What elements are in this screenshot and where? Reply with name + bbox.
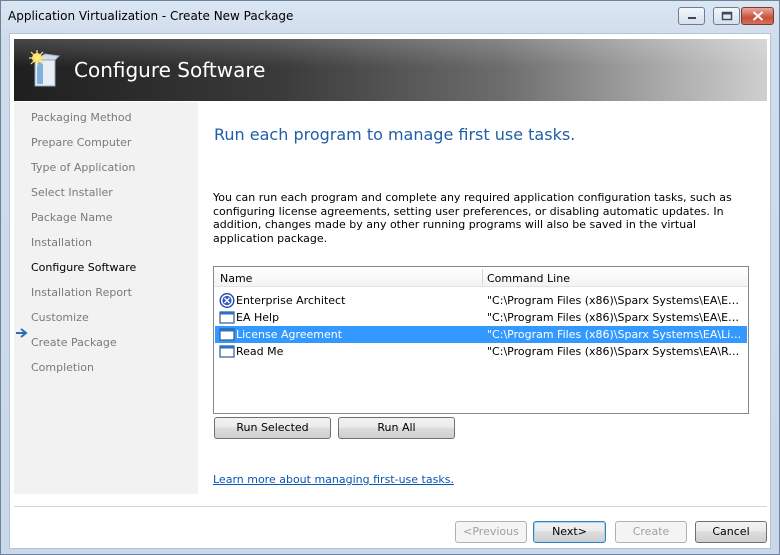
row-command-line: "C:\Program Files (x86)\Sparx Systems\EA…: [487, 328, 745, 341]
window-icon: [219, 311, 235, 324]
banner-title: Configure Software: [74, 58, 266, 82]
window-icon: [219, 345, 235, 358]
wizard-client-area: Configure Software Packaging Method Prep…: [9, 33, 771, 549]
nav-step-select-installer: Select Installer: [31, 186, 113, 199]
maximize-icon: [721, 11, 732, 21]
row-name: Read Me: [236, 345, 284, 358]
list-header: Name Command Line: [214, 267, 748, 287]
learn-more-link[interactable]: Learn more about managing first-use task…: [213, 473, 454, 486]
window-icon: [219, 328, 235, 341]
maximize-button[interactable]: [713, 7, 740, 25]
list-row-ea-help[interactable]: EA Help "C:\Program Files (x86)\Sparx Sy…: [215, 309, 747, 326]
column-header-name[interactable]: Name: [220, 272, 252, 285]
programs-list[interactable]: Name Command Line Enterprise Architect "…: [213, 266, 749, 414]
enterprise-architect-icon: [219, 293, 235, 308]
nav-step-customize: Customize: [31, 311, 89, 324]
footer-divider: [14, 506, 767, 507]
nav-step-installation-report: Installation Report: [31, 286, 132, 299]
minimize-icon: [687, 17, 696, 19]
column-header-command-line[interactable]: Command Line: [487, 272, 570, 285]
row-name: EA Help: [236, 311, 280, 324]
nav-step-installation: Installation: [31, 236, 92, 249]
cancel-button[interactable]: Cancel: [695, 521, 767, 543]
row-name: License Agreement: [236, 328, 343, 341]
close-button[interactable]: [741, 7, 774, 25]
title-bar: Application Virtualization - Create New …: [1, 1, 779, 33]
row-command-line: "C:\Program Files (x86)\Sparx Systems\EA…: [487, 345, 745, 358]
previous-button[interactable]: <Previous: [455, 521, 527, 543]
next-button[interactable]: Next>: [533, 521, 606, 543]
application-window: Application Virtualization - Create New …: [0, 0, 780, 555]
nav-step-package-name: Package Name: [31, 211, 113, 224]
wizard-steps-nav: Packaging Method Prepare Computer Type o…: [14, 102, 198, 494]
page-description: You can run each program and complete an…: [213, 191, 732, 245]
minimize-button[interactable]: [678, 7, 705, 25]
header-banner: Configure Software: [14, 39, 767, 101]
nav-step-completion: Completion: [31, 361, 95, 374]
nav-step-create-package: Create Package: [31, 336, 117, 349]
row-command-line: "C:\Program Files (x86)\Sparx Systems\EA…: [487, 294, 745, 307]
list-row-license-agreement[interactable]: License Agreement "C:\Program Files (x86…: [215, 326, 747, 343]
nav-step-prepare-computer: Prepare Computer: [31, 136, 132, 149]
run-all-button[interactable]: Run All: [338, 417, 455, 439]
row-name: Enterprise Architect: [236, 294, 346, 307]
list-row-enterprise-architect[interactable]: Enterprise Architect "C:\Program Files (…: [215, 292, 747, 309]
column-divider[interactable]: [482, 269, 483, 285]
window-title: Application Virtualization - Create New …: [8, 9, 294, 23]
list-row-read-me[interactable]: Read Me "C:\Program Files (x86)\Sparx Sy…: [215, 343, 747, 360]
run-selected-button[interactable]: Run Selected: [214, 417, 331, 439]
nav-step-packaging-method: Packaging Method: [31, 111, 132, 124]
close-icon: [752, 11, 763, 21]
package-icon: [29, 50, 61, 87]
row-command-line: "C:\Program Files (x86)\Sparx Systems\EA…: [487, 311, 745, 324]
nav-step-type-of-application: Type of Application: [31, 161, 136, 174]
create-button[interactable]: Create: [615, 521, 687, 543]
page-heading: Run each program to manage first use tas…: [214, 125, 576, 144]
nav-step-configure-software: Configure Software: [31, 261, 137, 274]
current-step-arrow-icon: [16, 328, 28, 338]
